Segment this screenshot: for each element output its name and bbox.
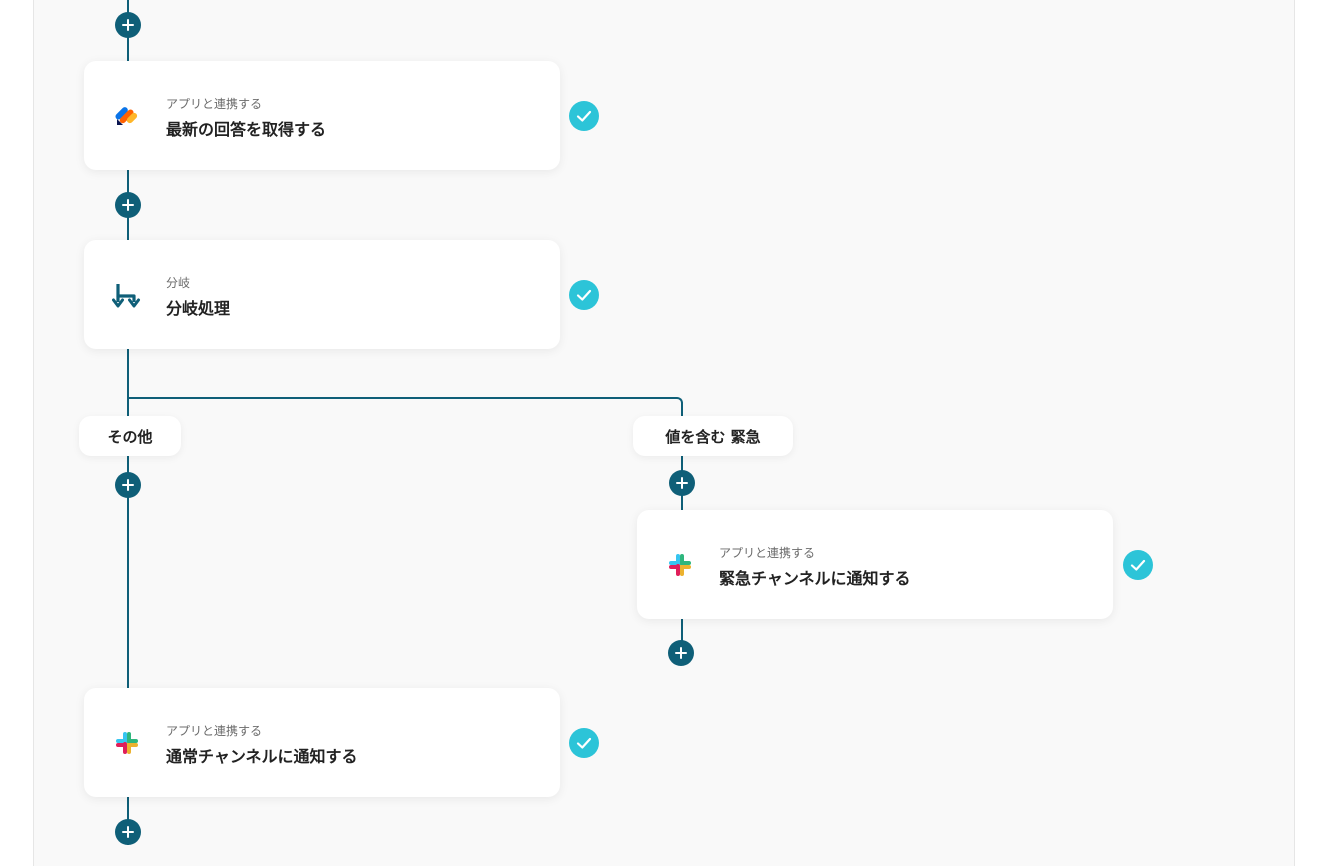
step-card-branch[interactable]: 分岐 分岐処理 [84, 240, 560, 349]
step-subtitle: アプリと連携する [166, 97, 263, 111]
step-card-notify-urgent[interactable]: アプリと連携する 緊急チャンネルに通知する [637, 510, 1113, 619]
completed-check-icon [569, 280, 599, 310]
completed-check-icon [1123, 550, 1153, 580]
add-step-button[interactable] [115, 819, 141, 845]
completed-check-icon [569, 728, 599, 758]
add-step-button[interactable] [115, 192, 141, 218]
step-subtitle: アプリと連携する [719, 546, 816, 560]
step-title: 通常チャンネルに通知する [166, 747, 358, 766]
add-step-button[interactable] [115, 472, 141, 498]
slack-icon [669, 554, 691, 576]
step-card-get-latest-answer[interactable]: アプリと連携する 最新の回答を取得する [84, 61, 560, 170]
completed-check-icon [569, 101, 599, 131]
add-step-button[interactable] [669, 470, 695, 496]
step-title: 分岐処理 [166, 299, 231, 318]
slack-icon [116, 732, 138, 754]
step-subtitle: 分岐 [166, 276, 191, 290]
jotform-icon [115, 107, 138, 125]
branch-icon [112, 284, 140, 308]
step-title: 緊急チャンネルに通知する [719, 569, 911, 588]
add-step-button[interactable] [115, 12, 141, 38]
step-card-notify-normal[interactable]: アプリと連携する 通常チャンネルに通知する [84, 688, 560, 797]
step-subtitle: アプリと連携する [166, 724, 263, 738]
branch-label-condition[interactable]: 値を含む 緊急 [633, 416, 793, 456]
branch-label-other[interactable]: その他 [79, 416, 181, 456]
branch-connector [128, 397, 683, 417]
step-title: 最新の回答を取得する [166, 120, 327, 139]
add-step-button[interactable] [668, 640, 694, 666]
